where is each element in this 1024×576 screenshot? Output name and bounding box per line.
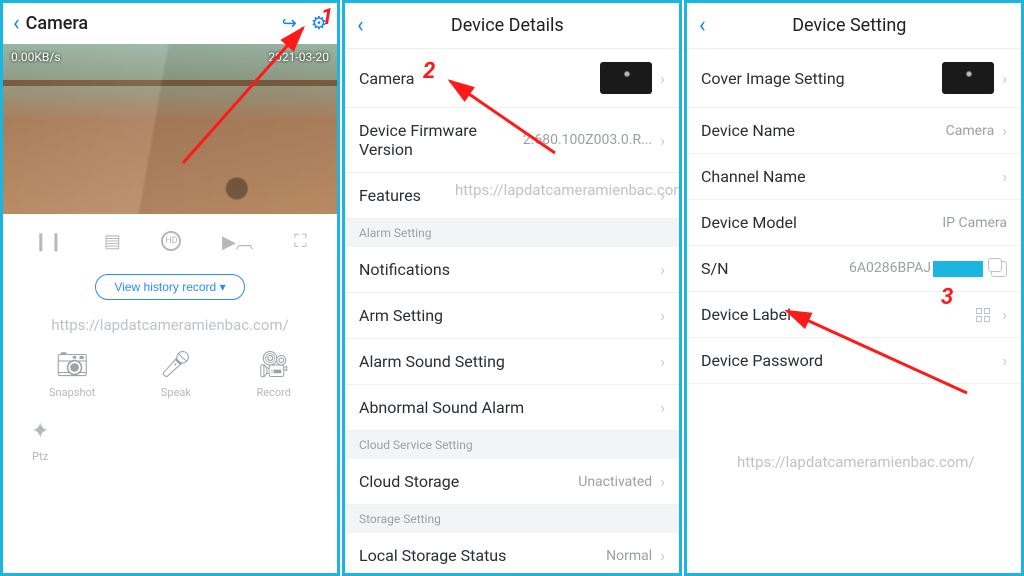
- camera-header: ‹ Camera ↪ ⚙: [3, 3, 337, 44]
- alarm-sound-label: Alarm Sound Setting: [359, 352, 652, 371]
- snapshot-button[interactable]: 📷︎ Snapshot: [49, 350, 95, 399]
- share-icon[interactable]: ↪: [282, 13, 297, 34]
- setting-header: ‹ Device Setting: [687, 3, 1021, 49]
- local-status-value: Normal: [606, 548, 652, 564]
- ptz-icon: ✦: [31, 419, 49, 444]
- device-name-label: Device Name: [701, 121, 946, 140]
- firmware-label: Device Firmware Version: [359, 121, 523, 159]
- record-button[interactable]: 🎥︎ Record: [256, 350, 290, 399]
- sn-text: 6A0286BPAJ: [849, 260, 931, 276]
- pause-icon[interactable]: ❙❙: [33, 231, 63, 252]
- firmware-value: 2.680.100Z003.0.R...: [523, 132, 652, 148]
- camera-title: Camera: [26, 13, 268, 34]
- row-abnormal[interactable]: Abnormal Sound Alarm ›: [345, 385, 679, 431]
- chevron-right-icon: ›: [660, 352, 665, 371]
- sn-label: S/N: [701, 259, 849, 278]
- row-device-model: Device Model IP Camera: [687, 200, 1021, 246]
- row-firmware[interactable]: Device Firmware Version 2.680.100Z003.0.…: [345, 108, 679, 173]
- back-icon[interactable]: ‹: [13, 11, 20, 36]
- sn-value: 6A0286BPAJ: [849, 260, 983, 276]
- chevron-right-icon: ›: [660, 186, 665, 205]
- snapshot-label: Snapshot: [49, 386, 95, 399]
- password-label: Device Password: [701, 351, 994, 370]
- section-cloud: Cloud Service Setting: [345, 431, 679, 459]
- camera-icon: 📷︎: [56, 350, 89, 380]
- row-device-label[interactable]: Device Label ›: [687, 292, 1021, 338]
- chevron-right-icon: ›: [660, 546, 665, 565]
- fullscreen-icon[interactable]: ⛶: [294, 231, 307, 252]
- chevron-right-icon: ›: [660, 131, 665, 150]
- camera-tool-row: 📷︎ Snapshot 🎤︎ Speak 🎥︎ Record: [3, 340, 337, 399]
- row-device-name[interactable]: Device Name Camera ›: [687, 108, 1021, 154]
- device-name-value: Camera: [946, 123, 995, 139]
- chevron-right-icon: ›: [660, 306, 665, 325]
- row-arm[interactable]: Arm Setting ›: [345, 293, 679, 339]
- sn-mask: [933, 261, 983, 277]
- row-cover-image[interactable]: Cover Image Setting ›: [687, 49, 1021, 108]
- speak-label: Speak: [161, 386, 191, 399]
- section-alarm: Alarm Setting: [345, 219, 679, 247]
- volume-icon[interactable]: ︹: [222, 228, 254, 254]
- device-label-label: Device Label: [701, 305, 976, 324]
- row-camera-label: Camera: [359, 69, 600, 88]
- model-label: Device Model: [701, 213, 942, 232]
- watermark-text: https://lapdatcameramienbac.com/: [737, 453, 975, 471]
- chevron-right-icon: ›: [1002, 167, 1007, 186]
- channel-label: Channel Name: [701, 167, 994, 186]
- local-status-label: Local Storage Status: [359, 546, 606, 565]
- qr-icon: [976, 308, 990, 322]
- section-storage: Storage Setting: [345, 505, 679, 533]
- cover-thumbnail: [942, 62, 994, 94]
- gear-icon[interactable]: ⚙: [311, 13, 327, 34]
- setting-title: Device Setting: [690, 15, 1009, 36]
- stream-icon[interactable]: ▤: [104, 231, 121, 252]
- camera-thumbnail: [600, 62, 652, 94]
- row-notifications[interactable]: Notifications ›: [345, 247, 679, 293]
- model-value: IP Camera: [942, 215, 1007, 231]
- speak-button[interactable]: 🎤︎ Speak: [159, 350, 192, 399]
- row-alarm-sound[interactable]: Alarm Sound Setting ›: [345, 339, 679, 385]
- cover-label: Cover Image Setting: [701, 69, 942, 88]
- arm-label: Arm Setting: [359, 306, 652, 325]
- chevron-right-icon: ›: [660, 69, 665, 88]
- ptz-button[interactable]: ✦ Ptz: [31, 419, 49, 463]
- record-label: Record: [256, 386, 290, 399]
- row-serial-number: S/N 6A0286BPAJ: [687, 246, 1021, 292]
- row-local-status[interactable]: Local Storage Status Normal ›: [345, 533, 679, 576]
- details-title: Device Details: [348, 15, 667, 36]
- abnormal-label: Abnormal Sound Alarm: [359, 398, 652, 417]
- bitrate-label: 0.00KB/s: [11, 50, 61, 64]
- chevron-right-icon: ›: [1002, 121, 1007, 140]
- features-label: Features: [359, 186, 652, 205]
- watermark-text: https://lapdatcameramienbac.com/: [3, 316, 337, 334]
- panel-device-setting: ‹ Device Setting Cover Image Setting › D…: [684, 0, 1024, 576]
- playback-controls: ❙❙ ▤ HD ︹ ⛶: [3, 214, 337, 268]
- chevron-right-icon: ›: [1002, 69, 1007, 88]
- panel-device-details: ‹ Device Details Camera › Device Firmwar…: [342, 0, 682, 576]
- chevron-right-icon: ›: [660, 260, 665, 279]
- row-features[interactable]: Features ›: [345, 173, 679, 219]
- chevron-right-icon: ›: [660, 398, 665, 417]
- hd-icon[interactable]: HD: [161, 231, 181, 251]
- notifications-label: Notifications: [359, 260, 652, 279]
- cloud-value: Unactivated: [578, 474, 652, 490]
- cloud-label: Cloud Storage: [359, 472, 578, 491]
- details-header: ‹ Device Details: [345, 3, 679, 49]
- row-device-password[interactable]: Device Password ›: [687, 338, 1021, 384]
- row-cloud-storage[interactable]: Cloud Storage Unactivated ›: [345, 459, 679, 505]
- video-icon: 🎥︎: [257, 350, 290, 380]
- mic-icon: 🎤︎: [159, 350, 192, 380]
- camera-feed[interactable]: 0.00KB/s 2021-03-20: [3, 44, 337, 214]
- chevron-right-icon: ›: [1002, 351, 1007, 370]
- row-channel-name[interactable]: Channel Name ›: [687, 154, 1021, 200]
- timestamp-label: 2021-03-20: [268, 50, 329, 64]
- panel-camera-live: ‹ Camera ↪ ⚙ 0.00KB/s 2021-03-20 ❙❙ ▤ HD…: [0, 0, 340, 576]
- row-camera[interactable]: Camera ›: [345, 49, 679, 108]
- view-history-button[interactable]: View history record: [95, 274, 244, 300]
- chevron-right-icon: ›: [660, 472, 665, 491]
- ptz-label: Ptz: [32, 450, 48, 463]
- chevron-right-icon: ›: [1002, 305, 1007, 324]
- copy-icon[interactable]: [991, 261, 1007, 277]
